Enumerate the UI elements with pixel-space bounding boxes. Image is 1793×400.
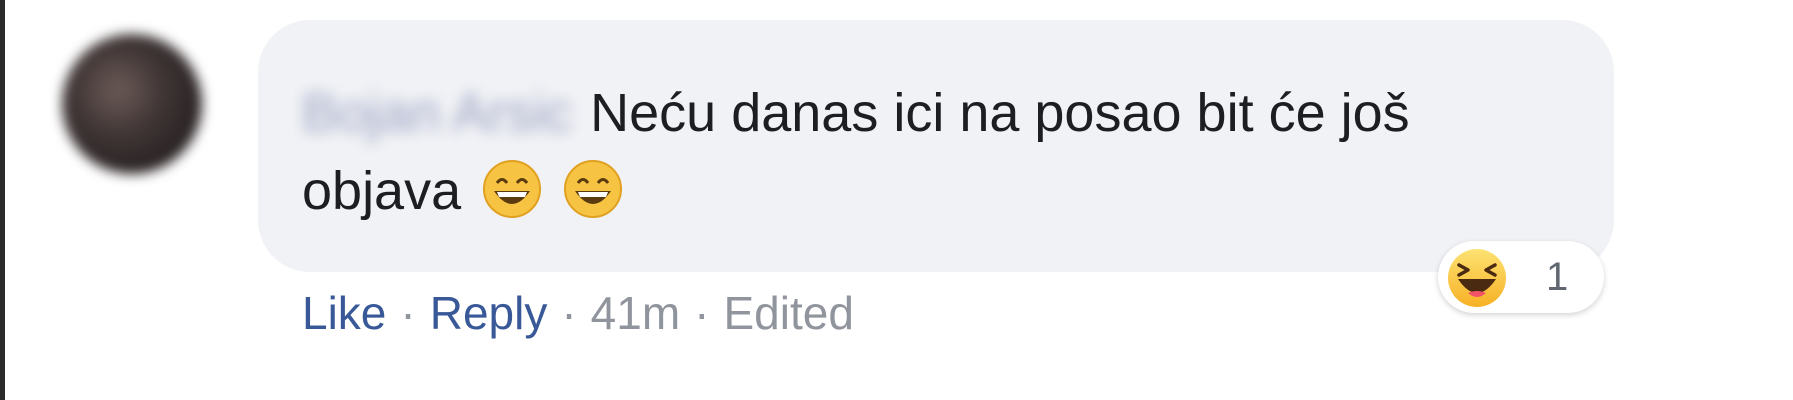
reaction-summary[interactable]: 1 [1438,241,1604,313]
separator: · [400,287,416,339]
grinning-face-emoji [483,160,542,218]
separator: · [561,287,577,339]
like-link[interactable]: Like [302,287,386,339]
avatar[interactable] [62,34,202,174]
grinning-face-emoji [564,160,623,218]
separator: · [694,287,710,339]
comment-body: Bojan Arsic Neću danas ici na posao bit ć… [302,74,1562,230]
reply-link[interactable]: Reply [430,287,548,339]
timestamp-link[interactable]: 41m [591,287,680,339]
edited-label[interactable]: Edited [723,287,853,339]
left-border [0,0,5,400]
laughing-face-icon [1448,249,1506,307]
author-name[interactable]: Bojan Arsic [302,74,572,152]
comment-actions: Like · Reply · 41m · Edited [302,286,854,340]
reaction-count: 1 [1546,255,1569,299]
